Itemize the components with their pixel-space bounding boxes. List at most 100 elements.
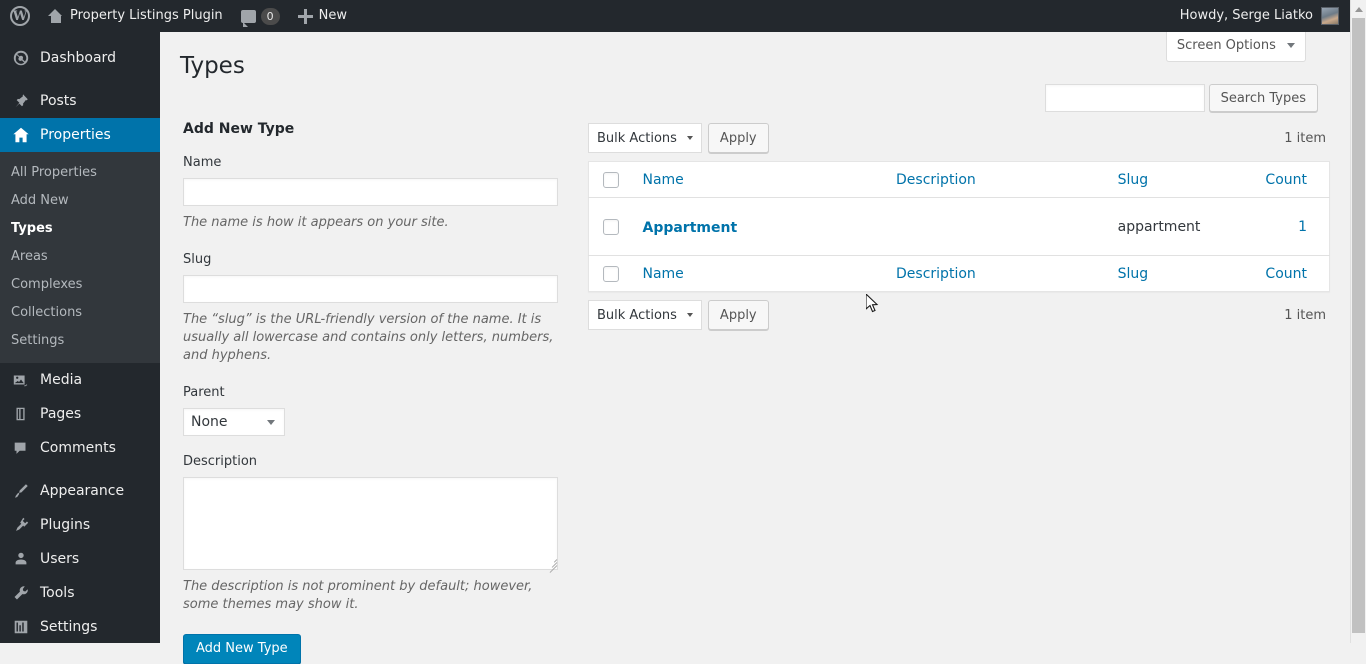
apply-button-top[interactable]: Apply <box>707 123 769 153</box>
media-icon <box>11 370 31 390</box>
description-field-help: The description is not prominent by defa… <box>183 579 533 612</box>
submenu-item-settings[interactable]: Settings <box>0 327 160 355</box>
parent-field-label: Parent <box>183 385 225 400</box>
select-all-checkbox-top[interactable] <box>603 171 619 188</box>
column-footer-description[interactable]: Description <box>886 256 1108 292</box>
scrollbar-thumb[interactable] <box>1352 18 1365 633</box>
bulk-actions-label: Bulk Actions <box>597 307 677 323</box>
sidebar-item-label: Comments <box>40 440 116 456</box>
add-new-type-button[interactable]: Add New Type <box>183 634 301 664</box>
slug-field-label: Slug <box>183 252 212 267</box>
select-all-header <box>589 162 633 198</box>
table-header: Name Description Slug Count <box>588 162 1330 198</box>
bulk-actions-select-top[interactable]: Bulk Actions <box>588 123 702 153</box>
apply-button-bottom[interactable]: Apply <box>707 300 769 330</box>
sidebar-item-label: Tools <box>40 585 75 601</box>
table-row: Appartment appartment 1 <box>589 198 1330 256</box>
sidebar-item-posts[interactable]: Posts <box>0 84 160 118</box>
comments-count-badge: 0 <box>260 7 280 25</box>
bulk-actions-select-bottom[interactable]: Bulk Actions <box>588 300 702 330</box>
my-account-menu[interactable]: Howdy, Serge Liatko <box>1171 0 1348 32</box>
column-header-count[interactable]: Count <box>1244 162 1330 198</box>
select-all-checkbox-bottom[interactable] <box>603 265 619 282</box>
search-submit-button[interactable]: Search Types <box>1208 84 1318 112</box>
sidebar-item-tools[interactable]: Tools <box>0 576 160 610</box>
admin-bar: W Property Listings Plugin 0 New Howdy, … <box>0 0 1366 32</box>
submenu-item-collections[interactable]: Collections <box>0 299 160 327</box>
home-icon <box>11 125 31 145</box>
add-new-type-form: Add New Type Name The name is how it app… <box>183 120 563 664</box>
row-name-link[interactable]: Appartment <box>642 220 737 236</box>
site-title-label: Property Listings Plugin <box>70 8 223 23</box>
submenu-item-label: Types <box>11 221 53 236</box>
wordpress-logo-icon: W <box>10 6 30 26</box>
column-header-description[interactable]: Description <box>886 162 1108 198</box>
search-input[interactable] <box>1044 84 1205 112</box>
sidebar-spacer-top <box>0 32 160 41</box>
sidebar-item-dashboard[interactable]: Dashboard <box>0 41 160 75</box>
submenu-item-areas[interactable]: Areas <box>0 243 160 271</box>
column-header-slug[interactable]: Slug <box>1108 162 1244 198</box>
row-count-link[interactable]: 1 <box>1298 219 1307 235</box>
pin-icon <box>11 91 31 111</box>
row-checkbox[interactable] <box>603 218 619 235</box>
tablenav-top: Bulk Actions Apply 1 item <box>588 120 1330 156</box>
sidebar-item-users[interactable]: Users <box>0 542 160 576</box>
brush-icon <box>11 481 31 501</box>
slug-input[interactable] <box>183 275 558 303</box>
admin-sidebar: Dashboard Posts Properties All Propertie… <box>0 32 168 644</box>
wrench-icon <box>11 583 31 603</box>
submenu-item-all-properties[interactable]: All Properties <box>0 159 160 187</box>
sidebar-item-label: Dashboard <box>40 50 116 66</box>
comment-bubble-icon <box>240 9 256 27</box>
submenu-item-add-new[interactable]: Add New <box>0 187 160 215</box>
sidebar-item-label: Properties <box>40 127 111 143</box>
column-footer-slug[interactable]: Slug <box>1108 256 1244 292</box>
submenu-item-complexes[interactable]: Complexes <box>0 271 160 299</box>
select-all-footer <box>589 256 633 292</box>
item-count-top: 1 item <box>1284 130 1326 146</box>
sidebar-item-pages[interactable]: Pages <box>0 397 160 431</box>
sidebar-item-comments[interactable]: Comments <box>0 431 160 465</box>
column-footer-count[interactable]: Count <box>1244 256 1330 292</box>
wordpress-logo-button[interactable]: W <box>0 0 38 32</box>
sidebar-item-label: Pages <box>40 406 82 422</box>
comments-menu[interactable]: 0 <box>232 0 289 32</box>
bulk-actions-label: Bulk Actions <box>597 130 677 146</box>
page-scrollbar[interactable] <box>1350 0 1366 643</box>
properties-submenu: All Properties Add New Types Areas Compl… <box>0 152 160 363</box>
name-input[interactable] <box>183 178 558 206</box>
submenu-item-label: Add New <box>11 193 69 208</box>
description-wrapper <box>183 477 560 573</box>
submenu-item-label: All Properties <box>11 165 97 180</box>
sidebar-item-label: Media <box>40 372 83 388</box>
sidebar-item-plugins[interactable]: Plugins <box>0 508 160 542</box>
parent-select[interactable]: None <box>183 408 285 436</box>
scrollbar-up-arrow[interactable] <box>1351 0 1366 17</box>
screen-options-button[interactable]: Screen Options <box>1165 32 1306 62</box>
sidebar-item-media[interactable]: Media <box>0 363 160 397</box>
search-form: Search Types <box>1044 84 1318 112</box>
table-header-row: Name Description Slug Count <box>588 162 1330 198</box>
submenu-item-label: Areas <box>11 249 48 264</box>
table-footer: Name Description Slug Count <box>588 255 1330 292</box>
plug-icon <box>11 515 31 535</box>
new-content-menu[interactable]: New <box>289 0 356 32</box>
description-textarea[interactable] <box>183 477 558 570</box>
sidebar-item-properties[interactable]: Properties <box>0 118 168 152</box>
chevron-down-icon <box>686 136 693 140</box>
row-count-cell: 1 <box>1244 198 1330 256</box>
name-field-help: The name is how it appears on your site. <box>183 215 449 230</box>
column-footer-name[interactable]: Name <box>632 256 886 292</box>
sidebar-item-settings[interactable]: Settings <box>0 610 160 644</box>
parent-select-value: None <box>191 414 228 430</box>
sidebar-item-appearance[interactable]: Appearance <box>0 474 160 508</box>
site-name-menu[interactable]: Property Listings Plugin <box>38 0 232 32</box>
submenu-item-types[interactable]: Types <box>0 215 160 243</box>
row-slug-cell: appartment <box>1117 218 1201 235</box>
column-header-name[interactable]: Name <box>632 162 886 198</box>
form-heading: Add New Type <box>183 121 295 137</box>
types-list-table: Bulk Actions Apply 1 item Name Descripti… <box>588 120 1330 333</box>
